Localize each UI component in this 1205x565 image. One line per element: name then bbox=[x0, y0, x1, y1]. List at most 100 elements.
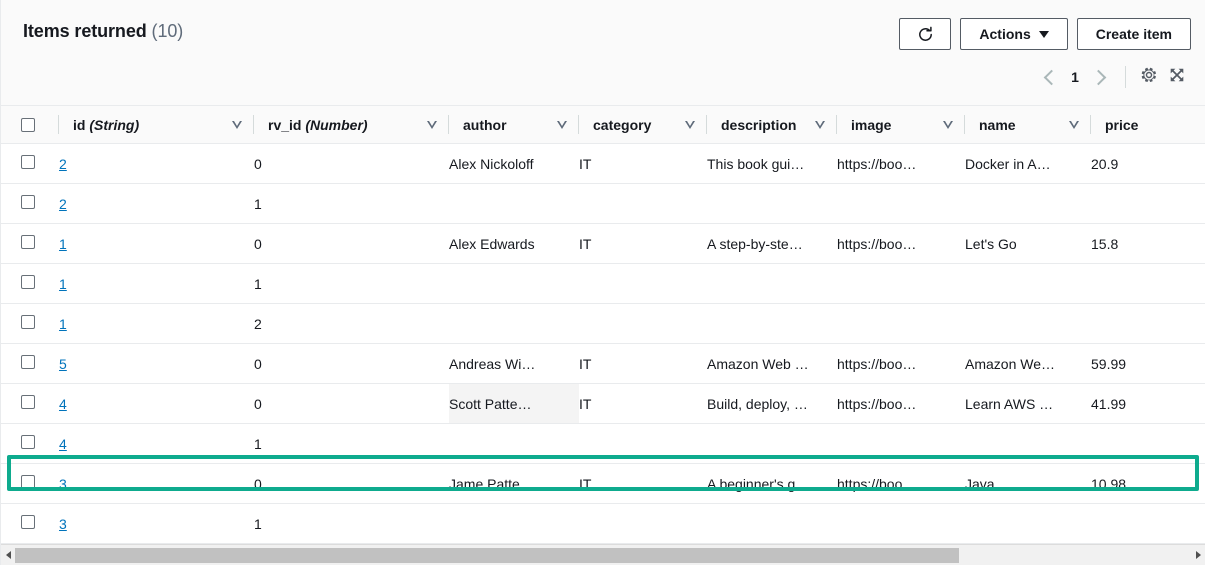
row-checkbox[interactable] bbox=[21, 275, 35, 289]
horizontal-scrollbar[interactable] bbox=[1, 544, 1205, 565]
cell-author: Alex Edwards bbox=[449, 223, 579, 264]
table-row[interactable]: 1 1 bbox=[1, 263, 1205, 304]
actions-dropdown-button[interactable]: Actions bbox=[960, 18, 1068, 50]
gear-icon bbox=[1140, 66, 1158, 89]
cell-description: Build, deploy, … bbox=[707, 383, 837, 424]
pagination-prev-button[interactable] bbox=[1035, 62, 1065, 92]
column-header-image[interactable]: image bbox=[837, 105, 965, 144]
row-select-cell bbox=[1, 143, 59, 184]
table-row[interactable]: 3 1 bbox=[1, 503, 1205, 544]
scroll-right-button[interactable] bbox=[1191, 545, 1205, 565]
header-row: id (String) rv_id (Number) author catego… bbox=[1, 105, 1205, 144]
cell-name bbox=[965, 503, 1091, 544]
column-header-description-label: description bbox=[721, 116, 797, 133]
column-menu-icon-image[interactable] bbox=[943, 120, 953, 129]
column-header-name[interactable]: name bbox=[965, 105, 1091, 144]
id-link[interactable]: 2 bbox=[59, 156, 67, 172]
table-row[interactable]: 1 0 Alex Edwards IT A step-by-ste… https… bbox=[1, 223, 1205, 264]
column-menu-icon-name[interactable] bbox=[1069, 120, 1079, 129]
row-select-cell bbox=[1, 463, 59, 504]
row-checkbox[interactable] bbox=[21, 235, 35, 249]
table-row[interactable]: 2 1 bbox=[1, 183, 1205, 224]
scroll-left-button[interactable] bbox=[1, 545, 15, 565]
id-link[interactable]: 5 bbox=[59, 356, 67, 372]
row-checkbox[interactable] bbox=[21, 195, 35, 209]
table-row-highlighted[interactable]: 5 0 Andreas Wi… IT Amazon Web … https://… bbox=[1, 343, 1205, 384]
column-menu-icon-category[interactable] bbox=[685, 120, 695, 129]
id-link[interactable]: 4 bbox=[59, 436, 67, 452]
row-checkbox[interactable] bbox=[21, 155, 35, 169]
items-table: id (String) rv_id (Number) author catego… bbox=[1, 105, 1205, 544]
row-select-cell bbox=[1, 223, 59, 264]
row-checkbox[interactable] bbox=[21, 355, 35, 369]
cell-category: IT bbox=[579, 463, 707, 504]
id-link[interactable]: 2 bbox=[59, 196, 67, 212]
id-link[interactable]: 1 bbox=[59, 316, 67, 332]
column-header-price-label: price bbox=[1105, 116, 1139, 133]
expand-icon bbox=[1168, 66, 1186, 89]
cell-id: 2 bbox=[59, 143, 254, 184]
column-header-id[interactable]: id (String) bbox=[59, 105, 254, 144]
scrollbar-thumb[interactable] bbox=[15, 548, 959, 563]
row-checkbox[interactable] bbox=[21, 395, 35, 409]
row-checkbox[interactable] bbox=[21, 475, 35, 489]
cell-rv-id: 0 bbox=[254, 383, 449, 424]
cell-image bbox=[837, 503, 965, 544]
page-title: Items returned (10) bbox=[23, 18, 183, 44]
cell-category bbox=[579, 503, 707, 544]
cell-category: IT bbox=[579, 143, 707, 184]
row-select-cell bbox=[1, 383, 59, 424]
cell-author: Scott Patte… bbox=[449, 383, 579, 424]
column-menu-icon-description[interactable] bbox=[815, 120, 825, 129]
table-row[interactable]: 3 0 Jame Patte… IT A beginner's g… https… bbox=[1, 463, 1205, 504]
cell-category: IT bbox=[579, 383, 707, 424]
column-menu-icon-rv-id[interactable] bbox=[427, 120, 437, 129]
table-row[interactable]: 2 0 Alex Nickoloff IT This book gui… htt… bbox=[1, 143, 1205, 184]
id-link[interactable]: 1 bbox=[59, 236, 67, 252]
row-select-cell bbox=[1, 503, 59, 544]
refresh-icon bbox=[917, 26, 934, 43]
pagination: 1 bbox=[1035, 60, 1191, 94]
column-header-author[interactable]: author bbox=[449, 105, 579, 144]
cell-author bbox=[449, 183, 579, 224]
select-all-checkbox[interactable] bbox=[21, 117, 35, 132]
create-item-button[interactable]: Create item bbox=[1076, 18, 1191, 50]
pagination-next-button[interactable] bbox=[1085, 62, 1115, 92]
cell-rv-id: 1 bbox=[254, 263, 449, 304]
row-checkbox[interactable] bbox=[21, 435, 35, 449]
id-link[interactable]: 1 bbox=[59, 276, 67, 292]
chevron-left-icon bbox=[1043, 69, 1060, 85]
chevron-down-icon bbox=[1038, 30, 1049, 38]
column-header-rv-id[interactable]: rv_id (Number) bbox=[254, 105, 449, 144]
column-header-category-label: category bbox=[593, 116, 652, 133]
cell-description bbox=[707, 303, 837, 344]
cell-author bbox=[449, 503, 579, 544]
fullscreen-button[interactable] bbox=[1163, 63, 1191, 91]
triangle-left-icon bbox=[5, 551, 11, 559]
cell-description bbox=[707, 423, 837, 464]
preferences-button[interactable] bbox=[1135, 63, 1163, 91]
table-row[interactable]: 4 0 Scott Patte… IT Build, deploy, … htt… bbox=[1, 383, 1205, 424]
cell-rv-id: 0 bbox=[254, 463, 449, 504]
column-menu-icon-author[interactable] bbox=[557, 120, 567, 129]
table-row[interactable]: 4 1 bbox=[1, 423, 1205, 464]
cell-price: 20.9 bbox=[1091, 143, 1205, 184]
cell-category bbox=[579, 183, 707, 224]
refresh-button[interactable] bbox=[899, 18, 952, 50]
cell-image: https://boo… bbox=[837, 343, 965, 384]
column-menu-icon-id[interactable] bbox=[232, 120, 242, 129]
pagination-page-1[interactable]: 1 bbox=[1065, 69, 1085, 85]
row-checkbox[interactable] bbox=[21, 315, 35, 329]
cell-name: Let's Go bbox=[965, 223, 1091, 264]
row-select-cell bbox=[1, 183, 59, 224]
chevron-right-icon bbox=[1090, 69, 1107, 85]
table-row[interactable]: 1 2 bbox=[1, 303, 1205, 344]
row-checkbox[interactable] bbox=[21, 515, 35, 529]
id-link[interactable]: 3 bbox=[59, 516, 67, 532]
column-header-description[interactable]: description bbox=[707, 105, 837, 144]
id-link[interactable]: 3 bbox=[59, 476, 67, 492]
cell-image bbox=[837, 183, 965, 224]
id-link[interactable]: 4 bbox=[59, 396, 67, 412]
column-header-price[interactable]: price bbox=[1091, 105, 1205, 144]
column-header-category[interactable]: category bbox=[579, 105, 707, 144]
